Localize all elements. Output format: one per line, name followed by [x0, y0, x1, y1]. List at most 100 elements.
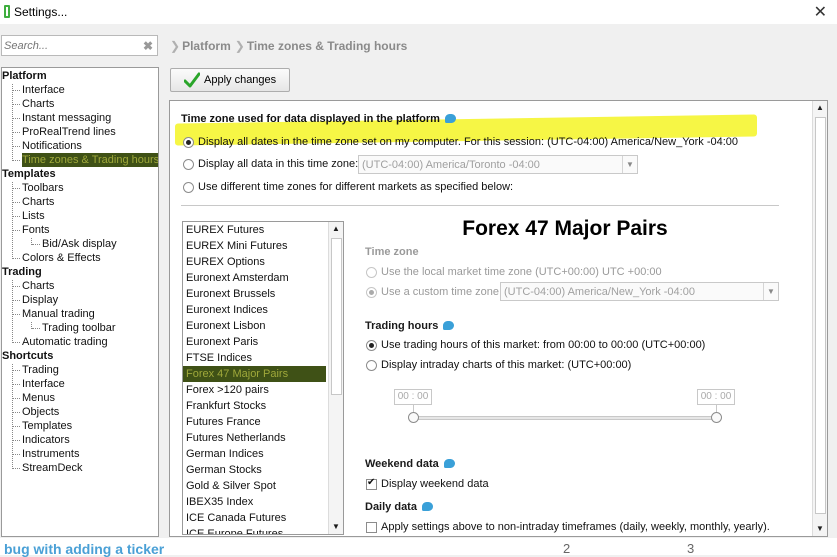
- background-page-strip: bug with adding a ticker 2 3: [0, 538, 837, 557]
- daily-data-heading-text: Daily data: [365, 501, 417, 513]
- info-bubble-icon[interactable]: [444, 113, 456, 123]
- list-item[interactable]: EUREX Futures: [186, 222, 264, 238]
- list-item[interactable]: Euronext Paris: [186, 334, 258, 350]
- custom-timezone-value: (UTC-04:00) America/New_York -04:00: [504, 286, 695, 298]
- tree-group-trading[interactable]: Trading: [2, 265, 42, 279]
- list-item[interactable]: EUREX Options: [186, 254, 265, 270]
- list-item-selected[interactable]: Forex 47 Major Pairs: [183, 366, 326, 382]
- slider-start-handle[interactable]: [408, 412, 419, 423]
- radio-local-market-tz[interactable]: [366, 267, 377, 278]
- markets-list[interactable]: EUREX Futures EUREX Mini Futures EUREX O…: [182, 221, 344, 535]
- chevron-right-icon: ❯: [170, 39, 181, 53]
- tree-item-time-zones-selected[interactable]: Time zones & Trading hours: [11, 153, 158, 167]
- trading-hours-slider[interactable]: [411, 416, 717, 420]
- list-item[interactable]: Futures France: [186, 414, 261, 430]
- radio-specific-timezone-label: Display all data in this time zone:: [198, 158, 359, 170]
- slider-start-time[interactable]: 00 : 00: [394, 389, 432, 405]
- list-item[interactable]: IBEX35 Index: [186, 494, 253, 510]
- tree-item-automatic-trading[interactable]: Automatic trading: [12, 335, 108, 349]
- search-box[interactable]: ✖: [1, 35, 158, 56]
- list-item[interactable]: ICE Europe Futures: [186, 526, 283, 534]
- radio-intraday-charts[interactable]: [366, 360, 377, 371]
- list-item[interactable]: ICE Canada Futures: [186, 510, 286, 526]
- tree-item-menus[interactable]: Menus: [11, 391, 55, 405]
- scroll-down-icon[interactable]: ▼: [813, 522, 827, 536]
- daily-data-checkbox[interactable]: [366, 522, 377, 533]
- info-bubble-icon[interactable]: [443, 320, 455, 330]
- tree-item-charts[interactable]: Charts: [11, 97, 54, 111]
- scrollbar-thumb[interactable]: [815, 117, 826, 514]
- list-item[interactable]: German Indices: [186, 446, 264, 462]
- daily-data-heading: Daily data: [365, 501, 433, 513]
- search-input[interactable]: [4, 38, 134, 53]
- scroll-up-icon[interactable]: ▲: [813, 101, 827, 115]
- radio-custom-tz-label: Use a custom time zone:: [381, 286, 503, 298]
- trading-hours-heading: Trading hours: [365, 320, 455, 332]
- list-item[interactable]: Forex >120 pairs: [186, 382, 269, 398]
- radio-computer-timezone-label: Display all dates in the time zone set o…: [198, 136, 739, 148]
- radio-use-trading-hours[interactable]: [366, 340, 377, 351]
- timezone-heading: Time zone: [365, 246, 419, 258]
- tree-item-charts[interactable]: Charts: [11, 195, 54, 209]
- list-item[interactable]: Futures Netherlands: [186, 430, 286, 446]
- chevron-down-icon[interactable]: ▼: [763, 283, 778, 300]
- radio-custom-tz[interactable]: [366, 287, 377, 298]
- weekend-data-checkbox[interactable]: [366, 477, 377, 490]
- list-item[interactable]: German Stocks: [186, 462, 262, 478]
- tree-item-interface[interactable]: Interface: [12, 83, 65, 97]
- tree-item-colors-effects[interactable]: Colors & Effects: [12, 251, 101, 265]
- list-item[interactable]: FTSE Indices: [186, 350, 252, 366]
- scroll-down-icon[interactable]: ▼: [329, 520, 343, 534]
- markets-scrollbar[interactable]: ▲ ▼: [328, 222, 343, 534]
- list-item[interactable]: Frankfurt Stocks: [186, 398, 266, 414]
- tree-item-display[interactable]: Display: [11, 293, 58, 307]
- daily-data-label: Apply settings above to non-intraday tim…: [381, 521, 770, 533]
- scroll-up-icon[interactable]: ▲: [329, 222, 343, 236]
- slider-end-time[interactable]: 00 : 00: [697, 389, 735, 405]
- tree-item-bid-ask-display[interactable]: Bid/Ask display: [32, 237, 117, 251]
- list-item[interactable]: Gold & Silver Spot: [186, 478, 276, 494]
- tree-item-lists[interactable]: Lists: [12, 209, 45, 223]
- tree-item-indicators[interactable]: Indicators: [12, 433, 70, 447]
- tree-item-notifications[interactable]: Notifications: [12, 139, 82, 153]
- tree-item-trading-toolbar[interactable]: Trading toolbar: [32, 321, 116, 335]
- tree-item-prorealtrend-lines[interactable]: ProRealTrend lines: [12, 125, 116, 139]
- tree-item-objects[interactable]: Objects: [11, 405, 59, 419]
- custom-timezone-select[interactable]: (UTC-04:00) America/New_York -04:00 ▼: [500, 282, 779, 301]
- panel-scrollbar[interactable]: ▲ ▼: [812, 101, 827, 536]
- info-bubble-icon[interactable]: [443, 458, 455, 468]
- tree-item-toolbars[interactable]: Toolbars: [12, 181, 64, 195]
- window-titlebar: Settings... ✕: [0, 0, 837, 24]
- tree-item-instant-messaging[interactable]: Instant messaging: [11, 111, 111, 125]
- tree-group-templates[interactable]: Templates: [2, 167, 56, 181]
- slider-end-handle[interactable]: [711, 412, 722, 423]
- list-item[interactable]: Euronext Indices: [186, 302, 268, 318]
- tree-item-manual-trading[interactable]: Manual trading: [12, 307, 95, 321]
- list-item[interactable]: Euronext Amsterdam: [186, 270, 289, 286]
- apply-changes-button[interactable]: Apply changes: [170, 68, 290, 92]
- breadcrumb-item-timezones[interactable]: Time zones & Trading hours: [247, 39, 407, 53]
- tree-group-shortcuts[interactable]: Shortcuts: [2, 349, 53, 363]
- tree-item-charts[interactable]: Charts: [11, 279, 54, 293]
- scrollbar-thumb[interactable]: [331, 238, 342, 395]
- weekend-data-heading: Weekend data: [365, 458, 455, 470]
- tree-item-templates[interactable]: Templates: [11, 419, 72, 433]
- close-icon[interactable]: ✕: [814, 2, 827, 22]
- radio-per-market-timezone[interactable]: [183, 182, 194, 193]
- list-item[interactable]: Euronext Brussels: [186, 286, 275, 302]
- tree-group-platform[interactable]: Platform: [2, 69, 47, 83]
- tree-item-interface[interactable]: Interface: [12, 377, 65, 391]
- list-item[interactable]: Euronext Lisbon: [186, 318, 266, 334]
- chevron-down-icon[interactable]: ▼: [622, 156, 637, 173]
- tree-item-instruments[interactable]: Instruments: [11, 447, 79, 461]
- tree-item-fonts[interactable]: Fonts: [12, 223, 50, 237]
- breadcrumb-item-platform[interactable]: Platform: [182, 39, 231, 53]
- tree-item-streamdeck[interactable]: StreamDeck: [12, 461, 83, 475]
- radio-computer-timezone[interactable]: [183, 137, 194, 148]
- list-item[interactable]: EUREX Mini Futures: [186, 238, 287, 254]
- timezone-select[interactable]: (UTC-04:00) America/Toronto -04:00 ▼: [358, 155, 638, 174]
- info-bubble-icon[interactable]: [421, 501, 433, 511]
- radio-specific-timezone[interactable]: [183, 159, 194, 170]
- clear-search-icon[interactable]: ✖: [143, 39, 153, 53]
- tree-item-trading[interactable]: Trading: [12, 363, 59, 377]
